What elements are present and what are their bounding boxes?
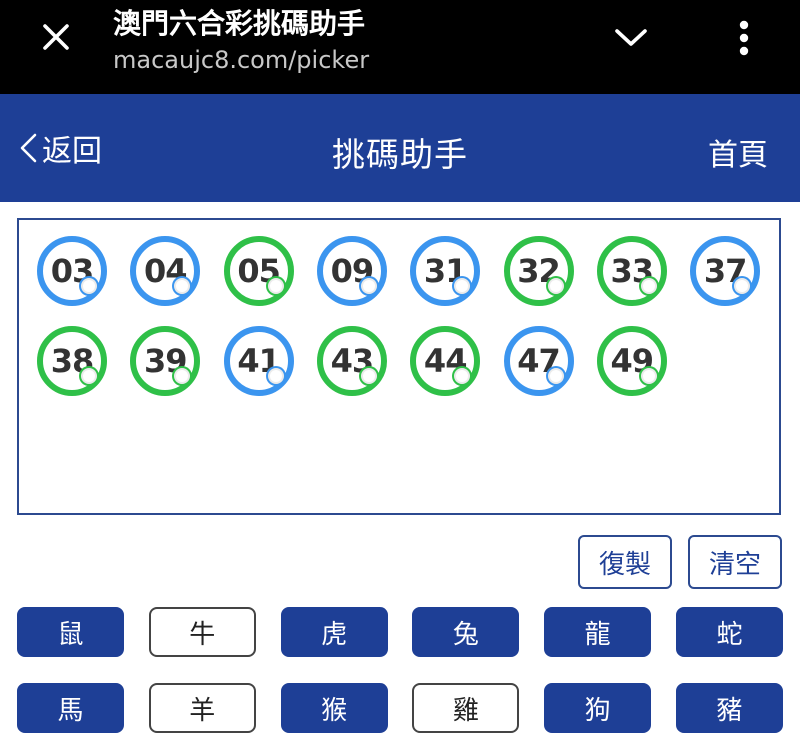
ball-shine [174, 278, 191, 294]
picked-numbers-panel: 03 04 05 09 31 32 33 37 38 39 41 43 44 47 49 [17, 218, 781, 515]
ball-shine [640, 368, 657, 384]
back-button[interactable]: 返回 [18, 126, 102, 170]
zodiac-button[interactable]: 猴 [280, 683, 388, 733]
number-ball[interactable]: 31 [410, 236, 481, 306]
number-ball[interactable]: 37 [690, 236, 761, 306]
zodiac-button[interactable]: 龍 [544, 607, 652, 657]
number-ball[interactable]: 09 [316, 236, 387, 306]
number-ball[interactable]: 32 [503, 236, 574, 306]
number-ball[interactable]: 03 [37, 236, 107, 306]
app-header: 返回 挑碼助手 首頁 [0, 94, 800, 202]
ball-shine [174, 368, 191, 384]
chevron-left-icon [20, 133, 37, 163]
number-ball[interactable]: 39 [130, 326, 201, 396]
number-ball[interactable]: 41 [223, 326, 294, 396]
ball-shine [454, 278, 471, 294]
zodiac-button[interactable]: 豬 [676, 683, 783, 733]
more-options-button[interactable] [724, 14, 764, 62]
ball-shine [81, 278, 97, 294]
ball-shine [81, 368, 97, 384]
page-title: 挑碼助手 [332, 135, 468, 174]
collapse-button[interactable] [608, 18, 654, 58]
back-label: 返回 [42, 134, 102, 169]
ball-shine [547, 368, 564, 384]
ball-shine [734, 278, 751, 294]
close-icon [43, 24, 69, 50]
browser-url[interactable]: macaujc8.com/picker [113, 46, 369, 74]
zodiac-button[interactable]: 兔 [412, 607, 520, 657]
zodiac-button[interactable]: 雞 [412, 683, 520, 733]
zodiac-button[interactable]: 牛 [148, 607, 256, 657]
ball-shine [454, 368, 471, 384]
number-ball[interactable]: 38 [37, 326, 107, 396]
browser-bar: 澳門六合彩挑碼助手 macaujc8.com/picker [0, 0, 800, 94]
clear-button[interactable]: 清空 [688, 535, 782, 589]
zodiac-button[interactable]: 鼠 [17, 607, 124, 657]
chevron-down-icon [615, 29, 647, 46]
number-ball[interactable]: 05 [223, 236, 294, 306]
ball-shine [267, 368, 284, 384]
home-link[interactable]: 首頁 [708, 130, 768, 174]
zodiac-button[interactable]: 蛇 [676, 607, 783, 657]
ball-shine [640, 278, 657, 294]
close-button[interactable] [34, 15, 78, 59]
browser-page-title: 澳門六合彩挑碼助手 [113, 7, 366, 40]
zodiac-button[interactable]: 虎 [280, 607, 388, 657]
zodiac-button[interactable]: 羊 [148, 683, 256, 733]
number-ball[interactable]: 47 [503, 326, 574, 396]
more-vertical-icon [739, 20, 749, 56]
number-ball[interactable]: 04 [130, 236, 201, 306]
ball-shine [360, 278, 377, 294]
zodiac-button[interactable]: 馬 [17, 683, 124, 733]
number-ball[interactable]: 33 [596, 236, 667, 306]
number-ball[interactable]: 43 [316, 326, 387, 396]
ball-shine [547, 278, 564, 294]
ball-shine [267, 278, 284, 294]
ball-shine [360, 368, 377, 384]
zodiac-button[interactable]: 狗 [544, 683, 652, 733]
number-ball[interactable]: 44 [410, 326, 481, 396]
copy-button[interactable]: 復製 [578, 535, 672, 589]
number-ball[interactable]: 49 [596, 326, 667, 396]
